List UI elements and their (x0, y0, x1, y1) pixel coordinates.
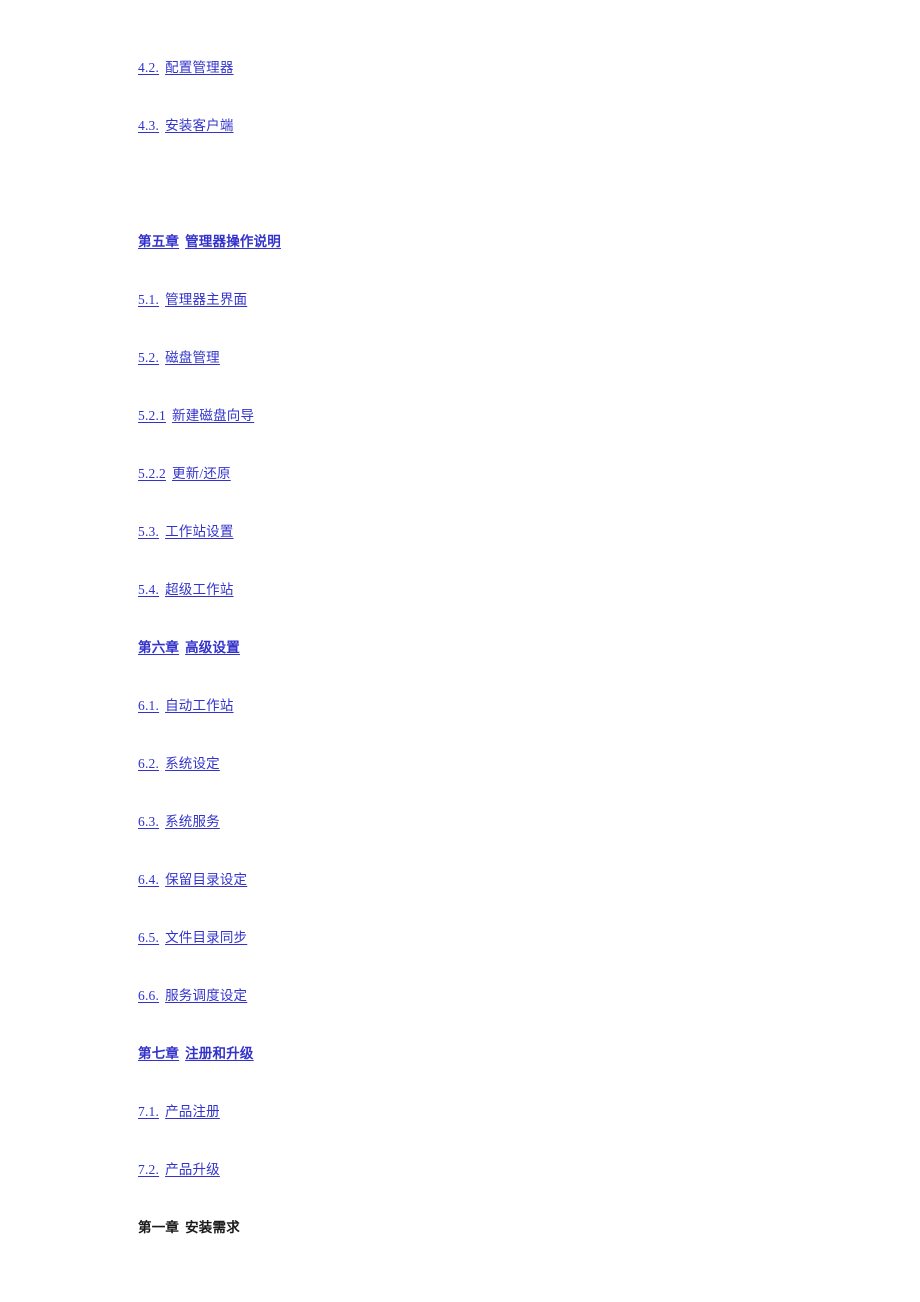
toc-entry-number: 第五章 (138, 233, 180, 249)
toc-entry-label: 安装需求 (185, 1219, 240, 1235)
toc-entry-label: 系统服务 (165, 813, 220, 829)
toc-entry-number: 第七章 (138, 1045, 180, 1061)
toc-row: 6.6. 服务调度设定 (138, 944, 838, 1002)
toc-link-e4[interactable]: 5.2. 磁盘管理 (138, 349, 220, 365)
toc-entry-label: 配置管理器 (165, 59, 234, 75)
toc-link-e5[interactable]: 5.2.1 新建磁盘向导 (138, 407, 255, 423)
toc-entry-number: 6.5. (138, 929, 160, 945)
toc-row: 4.2. 配置管理器 (138, 0, 838, 74)
toc-row: 6.2. 系统设定 (138, 712, 838, 770)
toc-entry-number: 6.6. (138, 987, 160, 1003)
toc-entry-number: 4.3. (138, 117, 160, 133)
toc-entry-label: 高级设置 (185, 639, 240, 655)
toc-entry-number: 6.4. (138, 871, 160, 887)
toc-row: 7.1. 产品注册 (138, 1060, 838, 1118)
toc-link-e12[interactable]: 6.3. 系统服务 (138, 813, 220, 829)
toc-row: 4.3. 安装客户端 (138, 74, 838, 132)
toc-entry-number: 5.2.1 (138, 407, 166, 423)
toc-link-e2[interactable]: 第五章 管理器操作说明 (138, 233, 282, 249)
toc-entry-number: 6.1. (138, 697, 160, 713)
toc-entry-label: 新建磁盘向导 (172, 407, 255, 423)
toc-entry-label: 注册和升级 (185, 1045, 254, 1061)
toc-link-e10[interactable]: 6.1. 自动工作站 (138, 697, 234, 713)
toc-entry-label: 保留目录设定 (165, 871, 248, 887)
table-of-contents: 4.2. 配置管理器 4.3. 安装客户端 第五章 管理器操作说明 5.1. 管理器主界面 5.… (138, 0, 838, 1234)
toc-row: 第六章 高级设置 (138, 596, 838, 654)
toc-entry-label: 服务调度设定 (165, 987, 248, 1003)
toc-row: 5.1. 管理器主界面 (138, 248, 838, 306)
toc-link-e16[interactable]: 第七章 注册和升级 (138, 1045, 254, 1061)
toc-link-e9[interactable]: 第六章 高级设置 (138, 639, 240, 655)
toc-entry-label: 系统设定 (165, 755, 220, 771)
toc-link-e15[interactable]: 6.6. 服务调度设定 (138, 987, 248, 1003)
toc-entry-label: 工作站设置 (165, 523, 234, 539)
toc-entry-label: 产品升级 (165, 1161, 220, 1177)
toc-row: 第五章 管理器操作说明 (138, 132, 838, 248)
toc-row: 第一章 安装需求 (138, 1176, 838, 1234)
document-page: 4.2. 配置管理器 4.3. 安装客户端 第五章 管理器操作说明 5.1. 管理器主界面 5.… (0, 0, 920, 1302)
toc-entry-number: 6.2. (138, 755, 160, 771)
toc-entry-number: 5.2. (138, 349, 160, 365)
toc-row: 6.5. 文件目录同步 (138, 886, 838, 944)
toc-entry-label: 文件目录同步 (165, 929, 248, 945)
toc-link-e1[interactable]: 4.3. 安装客户端 (138, 117, 234, 133)
toc-entry-number: 7.2. (138, 1161, 160, 1177)
toc-link-e18[interactable]: 7.2. 产品升级 (138, 1161, 220, 1177)
toc-row: 5.4. 超级工作站 (138, 538, 838, 596)
toc-entry-label: 超级工作站 (165, 581, 234, 597)
toc-link-e8[interactable]: 5.4. 超级工作站 (138, 581, 234, 597)
toc-entry-label: 自动工作站 (165, 697, 234, 713)
toc-entry-label: 管理器主界面 (165, 291, 248, 307)
toc-link-e14[interactable]: 6.5. 文件目录同步 (138, 929, 248, 945)
toc-row: 6.4. 保留目录设定 (138, 828, 838, 886)
toc-row: 6.1. 自动工作站 (138, 654, 838, 712)
toc-entry-number: 第六章 (138, 639, 180, 655)
toc-row: 6.3. 系统服务 (138, 770, 838, 828)
toc-link-e11[interactable]: 6.2. 系统设定 (138, 755, 220, 771)
toc-entry-label: 安装客户端 (165, 117, 234, 133)
toc-link-e13[interactable]: 6.4. 保留目录设定 (138, 871, 248, 887)
toc-entry-number: 第一章 (138, 1219, 180, 1235)
toc-link-e17[interactable]: 7.1. 产品注册 (138, 1103, 220, 1119)
toc-entry-number: 5.3. (138, 523, 160, 539)
toc-link-e6[interactable]: 5.2.2 更新/还原 (138, 465, 231, 481)
toc-row: 5.3. 工作站设置 (138, 480, 838, 538)
toc-link-e3[interactable]: 5.1. 管理器主界面 (138, 291, 248, 307)
toc-link-e0[interactable]: 4.2. 配置管理器 (138, 59, 234, 75)
toc-entry-label: 更新/还原 (172, 465, 231, 481)
toc-entry-number: 5.1. (138, 291, 160, 307)
toc-entry-number: 7.1. (138, 1103, 160, 1119)
toc-row: 5.2.1 新建磁盘向导 (138, 364, 838, 422)
toc-entry-number: 5.2.2 (138, 465, 166, 481)
toc-row: 第七章 注册和升级 (138, 1002, 838, 1060)
toc-row: 7.2. 产品升级 (138, 1118, 838, 1176)
toc-entry-label: 磁盘管理 (165, 349, 220, 365)
toc-entry-label: 产品注册 (165, 1103, 220, 1119)
toc-entry-label: 管理器操作说明 (185, 233, 282, 249)
toc-link-e7[interactable]: 5.3. 工作站设置 (138, 523, 234, 539)
toc-row: 5.2.2 更新/还原 (138, 422, 838, 480)
toc-entry-number: 5.4. (138, 581, 160, 597)
section-heading-e19: 第一章 安装需求 (138, 1219, 240, 1235)
toc-row: 5.2. 磁盘管理 (138, 306, 838, 364)
toc-entry-number: 6.3. (138, 813, 160, 829)
toc-entry-number: 4.2. (138, 59, 160, 75)
